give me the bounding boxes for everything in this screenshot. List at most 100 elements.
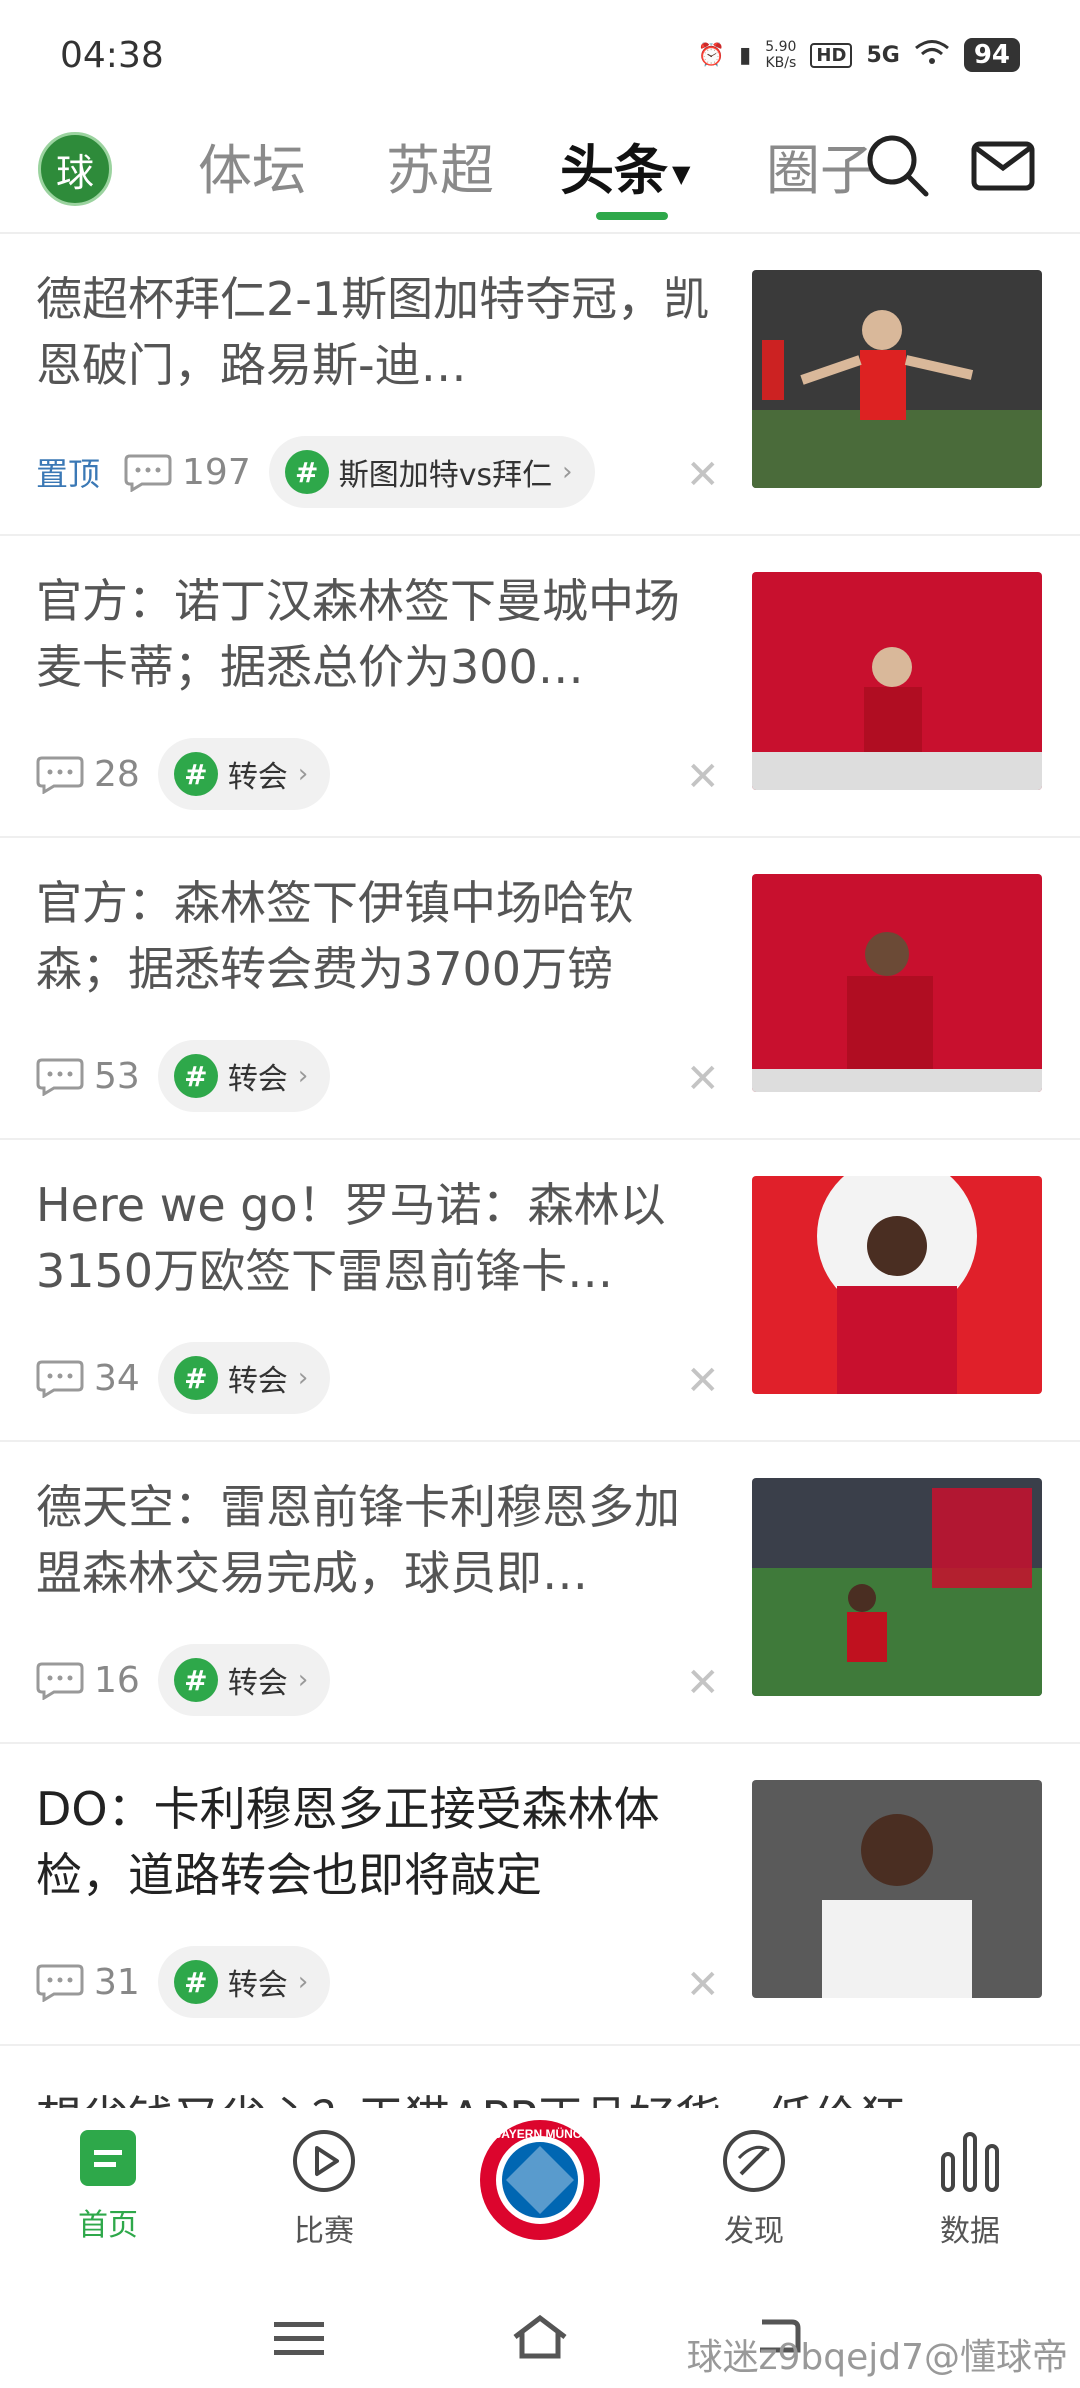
- news-title[interactable]: 德天空：雷恩前锋卡利穆恩多加盟森林交易完成，球员即…: [36, 1474, 712, 1606]
- news-item[interactable]: 德超杯拜仁2-1斯图加特夺冠，凯恩破门，路易斯-迪… 置顶 197 # 斯图加特…: [0, 234, 1080, 536]
- hashtag-icon: #: [173, 1960, 218, 2004]
- hashtag-icon: #: [173, 1658, 218, 1702]
- comment-count-value: 53: [94, 1055, 140, 1097]
- tab-quanzi[interactable]: 圈子: [766, 126, 874, 205]
- topic-chip-label: 转会: [227, 1666, 288, 1701]
- topic-chip[interactable]: # 斯图加特vs拜仁 ›: [268, 436, 595, 508]
- network-speed: 5.90: [765, 39, 797, 55]
- news-title[interactable]: Here we go！罗马诺：森林以3150万欧签下雷恩前锋卡…: [36, 1172, 712, 1304]
- tab-toutiao[interactable]: 头条 ▼: [560, 126, 690, 205]
- search-icon[interactable]: [862, 130, 932, 200]
- topic-chip[interactable]: # 转会 ›: [157, 1946, 331, 2018]
- badge-text: FC BAYERN MÜNCHEN: [478, 2126, 602, 2141]
- chevron-right-icon: ›: [297, 1967, 309, 1997]
- status-bar: 04:38 ⏰ ▮ 5.90 KB/s HD 5G 94: [0, 0, 1080, 110]
- topic-chip-label: 转会: [227, 760, 288, 795]
- tab-matches[interactable]: 比赛: [254, 2128, 394, 2250]
- discover-icon: [723, 2130, 785, 2192]
- dismiss-icon[interactable]: ✕: [686, 1660, 720, 1706]
- comment-icon: [36, 1058, 84, 1096]
- tab-data-label: 数据: [940, 2214, 1000, 2249]
- dismiss-icon[interactable]: ✕: [686, 1056, 720, 1102]
- dismiss-icon[interactable]: ✕: [686, 1358, 720, 1404]
- chevron-right-icon: ›: [297, 1061, 309, 1091]
- tab-discover-label: 发现: [724, 2214, 784, 2249]
- hashtag-icon: #: [173, 752, 218, 796]
- alarm-icon: ⏰: [697, 42, 726, 68]
- comment-count-value: 28: [94, 753, 140, 795]
- vibrate-icon: ▮: [739, 42, 752, 68]
- comment-count[interactable]: 16: [36, 1660, 140, 1701]
- comment-icon: [36, 1662, 84, 1700]
- tab-suchao[interactable]: 苏超: [386, 126, 494, 205]
- chevron-right-icon: ›: [297, 1363, 309, 1393]
- news-thumbnail[interactable]: [752, 874, 1042, 1092]
- dismiss-icon[interactable]: ✕: [686, 452, 720, 498]
- partial-news-title[interactable]: 想省钱又省心？天猫APP正品好货，低价狂: [36, 2082, 905, 2108]
- tab-home-label: 首页: [78, 2208, 138, 2243]
- comment-count[interactable]: 53: [36, 1056, 140, 1097]
- news-meta: 16 # 转会 ›: [36, 1644, 331, 1716]
- topic-chip[interactable]: # 转会 ›: [157, 1040, 331, 1112]
- comment-count[interactable]: 31: [36, 1962, 140, 2003]
- system-navigation-bar: 球迷z9bqejd7@懂球帝: [0, 2288, 1080, 2388]
- pinned-label: 置顶: [36, 455, 101, 493]
- news-title[interactable]: 德超杯拜仁2-1斯图加特夺冠，凯恩破门，路易斯-迪…: [36, 266, 712, 398]
- mail-icon[interactable]: [968, 130, 1038, 200]
- news-meta: 34 # 转会 ›: [36, 1342, 331, 1414]
- app-logo[interactable]: 球: [38, 132, 112, 206]
- chevron-right-icon: ›: [297, 1665, 309, 1695]
- topic-chip-label: 转会: [227, 1364, 288, 1399]
- caret-down-icon: ▼: [672, 160, 691, 189]
- tab-discover[interactable]: 发现: [684, 2128, 824, 2250]
- comment-icon: [36, 1360, 84, 1398]
- play-icon: [293, 2130, 355, 2192]
- comment-count-value: 197: [182, 451, 251, 493]
- news-feed: 德超杯拜仁2-1斯图加特夺冠，凯恩破门，路易斯-迪… 置顶 197 # 斯图加特…: [0, 234, 1080, 2046]
- comment-count[interactable]: 34: [36, 1358, 140, 1399]
- news-thumbnail[interactable]: [752, 270, 1042, 488]
- comment-icon: [36, 756, 84, 794]
- home-nav-icon[interactable]: [510, 2312, 570, 2362]
- tab-data[interactable]: 数据: [900, 2128, 1040, 2250]
- news-thumbnail[interactable]: [752, 1780, 1042, 1998]
- news-item[interactable]: Here we go！罗马诺：森林以3150万欧签下雷恩前锋卡… 34 # 转会…: [0, 1140, 1080, 1442]
- hashtag-icon: #: [173, 1356, 218, 1400]
- team-badge-button[interactable]: FC BAYERN MÜNCHEN: [470, 2118, 610, 2246]
- signal-5g-icon: 5G: [866, 42, 900, 68]
- news-title[interactable]: DO：卡利穆恩多正接受森林体检，道路转会也即将敲定: [36, 1776, 712, 1908]
- topic-chip[interactable]: # 转会 ›: [157, 738, 331, 810]
- topic-chip[interactable]: # 转会 ›: [157, 1342, 331, 1414]
- top-navigation: 球 体坛 苏超 头条 ▼ 圈子: [0, 110, 1080, 234]
- comment-icon: [124, 454, 172, 492]
- news-item[interactable]: 德天空：雷恩前锋卡利穆恩多加盟森林交易完成，球员即… 16 # 转会 › ✕: [0, 1442, 1080, 1744]
- news-item[interactable]: 官方：森林签下伊镇中场哈钦森；据悉转会费为3700万镑 53 # 转会 › ✕: [0, 838, 1080, 1140]
- dismiss-icon[interactable]: ✕: [686, 1962, 720, 2008]
- chevron-right-icon: ›: [562, 457, 573, 487]
- bayern-badge-icon: FC BAYERN MÜNCHEN: [473, 2120, 607, 2240]
- comment-count[interactable]: 197: [124, 452, 251, 493]
- tab-tiyuan[interactable]: 体坛: [198, 126, 306, 205]
- news-item[interactable]: DO：卡利穆恩多正接受森林体检，道路转会也即将敲定 31 # 转会 › ✕: [0, 1744, 1080, 2046]
- topic-chip[interactable]: # 转会 ›: [157, 1644, 331, 1716]
- news-thumbnail[interactable]: [752, 572, 1042, 790]
- hashtag-icon: #: [173, 1054, 218, 1098]
- news-meta: 31 # 转会 ›: [36, 1946, 331, 2018]
- news-item[interactable]: 官方：诺丁汉森林签下曼城中场麦卡蒂；据悉总价为300… 28 # 转会 › ✕: [0, 536, 1080, 838]
- news-title[interactable]: 官方：森林签下伊镇中场哈钦森；据悉转会费为3700万镑: [36, 870, 712, 1002]
- battery-indicator: 94: [963, 38, 1020, 72]
- news-thumbnail[interactable]: [752, 1176, 1042, 1394]
- menu-icon[interactable]: [274, 2318, 324, 2358]
- comment-count-value: 16: [94, 1659, 140, 1701]
- active-tab-indicator: [596, 212, 668, 220]
- news-meta: 置顶 197 # 斯图加特vs拜仁 ›: [36, 436, 595, 508]
- comment-count[interactable]: 28: [36, 754, 140, 795]
- comment-icon: [36, 1964, 84, 2002]
- tab-home[interactable]: 首页: [38, 2128, 178, 2244]
- topic-chip-label: 斯图加特vs拜仁: [338, 458, 553, 493]
- status-time: 04:38: [60, 34, 164, 76]
- news-thumbnail[interactable]: [752, 1478, 1042, 1696]
- watermark: 球迷z9bqejd7@懂球帝: [686, 2337, 1068, 2378]
- news-title[interactable]: 官方：诺丁汉森林签下曼城中场麦卡蒂；据悉总价为300…: [36, 568, 712, 700]
- dismiss-icon[interactable]: ✕: [686, 754, 720, 800]
